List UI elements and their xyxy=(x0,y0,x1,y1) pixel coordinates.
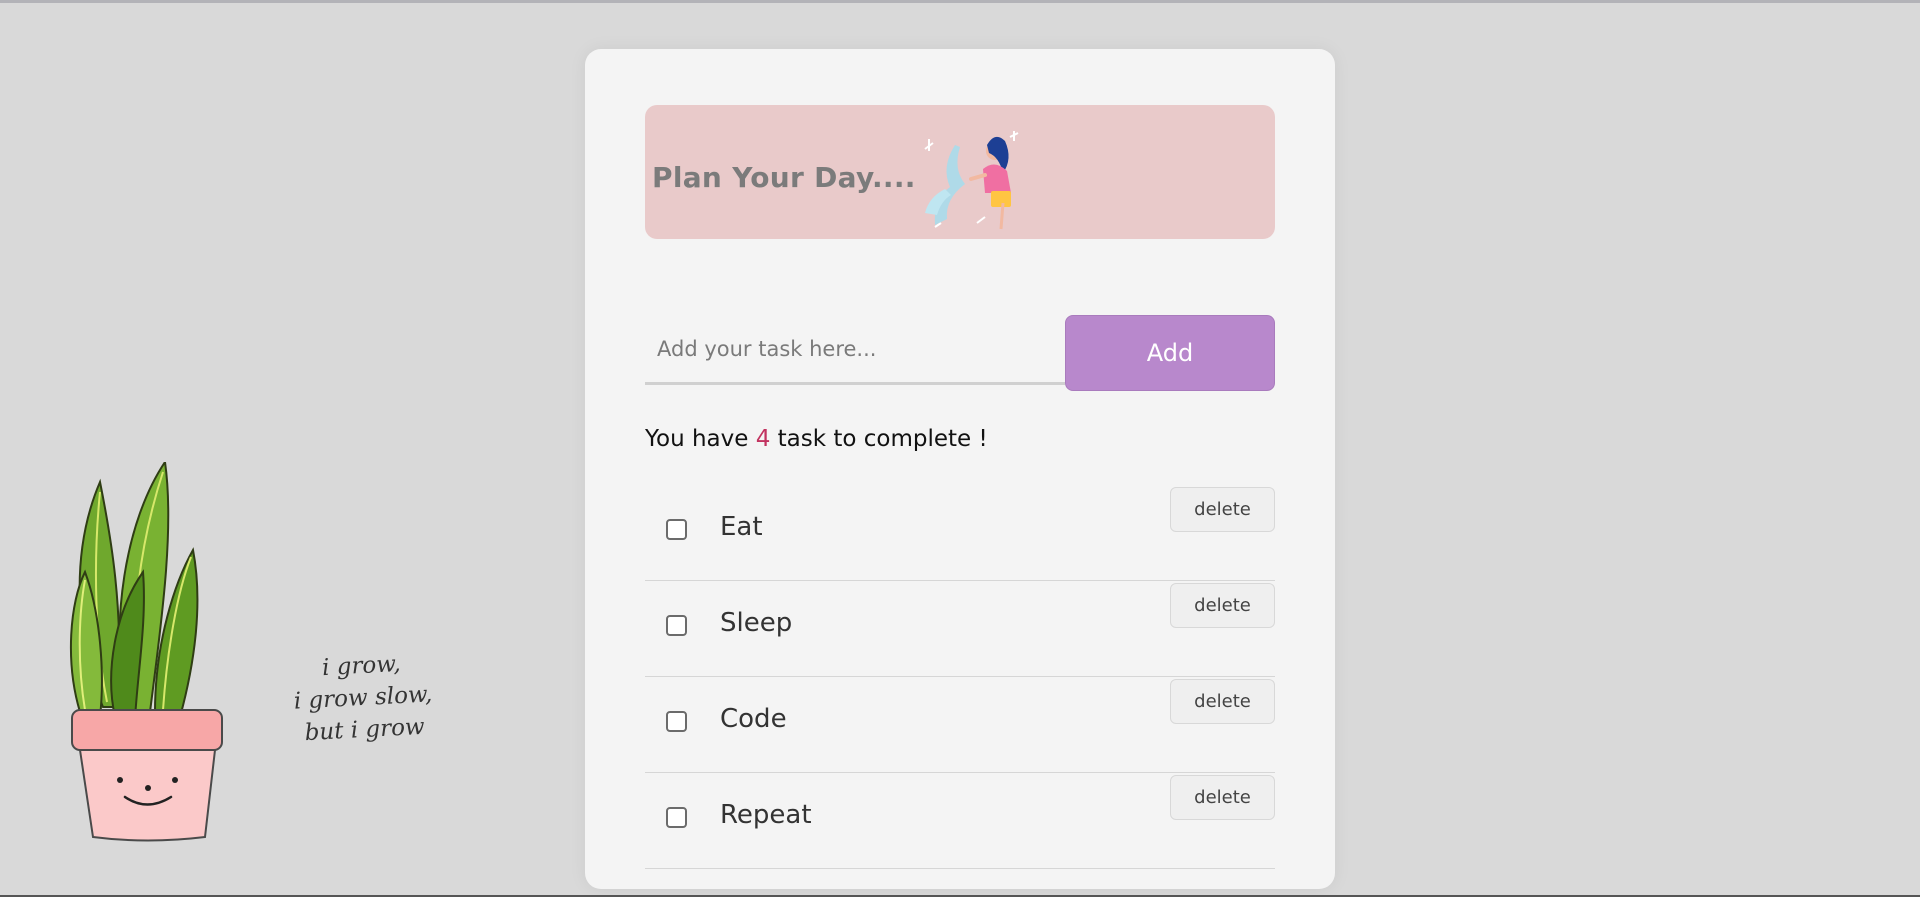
task-checkbox[interactable] xyxy=(666,615,687,636)
delete-task-button[interactable]: delete xyxy=(1170,487,1275,532)
task-label: Sleep xyxy=(720,608,793,638)
planner-illustration xyxy=(924,131,1019,230)
task-input[interactable] xyxy=(645,315,1065,385)
todo-card: Plan Your Day.... Add You have 4 task to… xyxy=(585,49,1335,889)
task-row: Eat delete xyxy=(645,487,1275,581)
task-checkbox[interactable] xyxy=(666,519,687,540)
task-checkbox[interactable] xyxy=(666,807,687,828)
summary-prefix: You have xyxy=(645,426,756,452)
task-label: Eat xyxy=(720,512,763,542)
add-task-button[interactable]: Add xyxy=(1065,315,1275,391)
task-row: Repeat delete xyxy=(645,775,1275,869)
plant-illustration xyxy=(69,462,223,842)
delete-task-button[interactable]: delete xyxy=(1170,679,1275,724)
header-banner: Plan Your Day.... xyxy=(645,105,1275,239)
task-count-summary: You have 4 task to complete ! xyxy=(645,426,988,452)
task-label: Repeat xyxy=(720,800,812,830)
page-title: Plan Your Day.... xyxy=(652,161,916,194)
task-checkbox[interactable] xyxy=(666,711,687,732)
plant-quote: i grow, i grow slow, but i grow xyxy=(266,645,461,751)
task-count: 4 xyxy=(755,426,771,452)
delete-task-button[interactable]: delete xyxy=(1170,775,1275,820)
summary-suffix: task to complete ! xyxy=(770,426,988,452)
task-row: Sleep delete xyxy=(645,583,1275,677)
window-top-border xyxy=(0,0,1920,3)
task-list: Eat delete Sleep delete Code delete Repe… xyxy=(645,487,1275,871)
delete-task-button[interactable]: delete xyxy=(1170,583,1275,628)
task-row: Code delete xyxy=(645,679,1275,773)
task-label: Code xyxy=(720,704,787,734)
